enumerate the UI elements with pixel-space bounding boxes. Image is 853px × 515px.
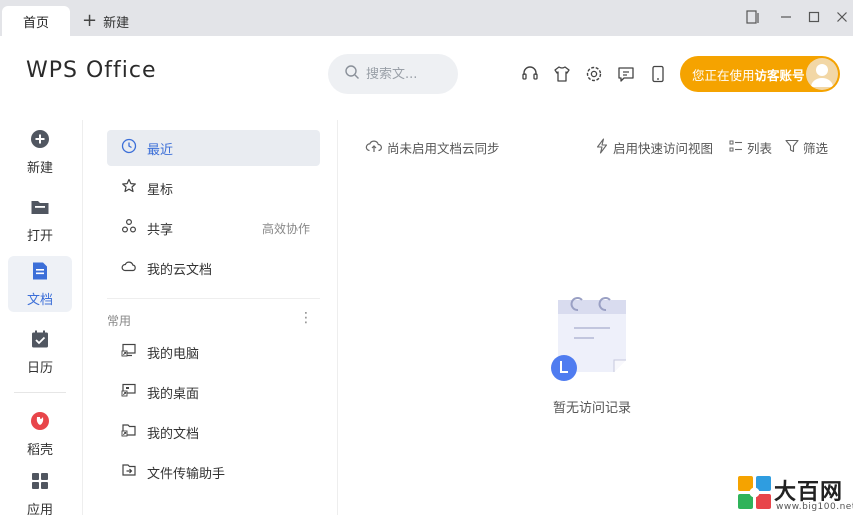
section-label-common: 常用: [107, 314, 132, 328]
cloud-sync-icon: [365, 138, 383, 157]
cloud-sync-button[interactable]: 尚未启用文档云同步: [365, 137, 500, 157]
filter-icon: [785, 139, 799, 156]
account-prefix: 您正在使用: [692, 67, 755, 83]
title-bar: 首页 + 新建: [0, 0, 853, 36]
empty-state-text: 暂无访问记录: [546, 395, 638, 417]
quick-access-label: 启用快速访问视图: [613, 140, 714, 156]
nav-item-label: 星标: [147, 182, 174, 198]
rail-apps[interactable]: 应用: [8, 466, 72, 515]
collaboration-link[interactable]: 高效协作: [262, 220, 310, 237]
rail-open-label: 打开: [26, 228, 53, 244]
wps-logo: WPS Office: [26, 58, 157, 83]
rail-documents[interactable]: 文档: [8, 256, 72, 312]
message-icon[interactable]: [615, 63, 637, 85]
desktop-shortcut-icon: [121, 382, 137, 402]
empty-state-illustration: [548, 288, 632, 384]
watermark-logo: 大百网 www.big100.net: [736, 472, 853, 515]
nav-item-starred[interactable]: 星标: [107, 170, 320, 206]
nav-item-my-computer[interactable]: 我的电脑: [107, 334, 320, 370]
document-icon: [30, 261, 50, 285]
nav-item-cloud-docs[interactable]: 我的云文档: [107, 250, 320, 286]
column-border: [337, 120, 338, 515]
rail-open[interactable]: 打开: [8, 192, 72, 248]
apps-grid-icon: [30, 471, 50, 495]
nav-item-label: 我的文档: [147, 426, 200, 442]
nav-item-label: 文件传输助手: [147, 466, 226, 482]
minimize-icon[interactable]: [775, 6, 797, 28]
nav-item-label: 共享: [147, 222, 174, 238]
quick-access-button[interactable]: 启用快速访问视图: [595, 137, 713, 157]
search-input[interactable]: [366, 66, 446, 82]
documents-shortcut-icon: [121, 422, 137, 442]
filter-label: 筛选: [803, 140, 829, 156]
rail-new[interactable]: 新建: [8, 124, 72, 180]
cloud-sync-label: 尚未启用文档云同步: [387, 140, 500, 156]
search-icon: [344, 64, 360, 84]
docer-icon: [30, 411, 50, 435]
nav-item-label: 我的云文档: [147, 262, 213, 278]
settings-gear-icon[interactable]: [583, 63, 605, 85]
wps-office-window: 首页 + 新建 WPS Office 搜索文... 您正在使用 访客账号 新建 …: [0, 0, 853, 515]
rail-calendar-label: 日历: [26, 360, 53, 376]
filter-button[interactable]: 筛选: [785, 137, 828, 157]
lightning-icon: [595, 137, 609, 157]
star-icon: [121, 178, 137, 198]
headset-icon[interactable]: [519, 63, 541, 85]
rail-apps-label: 应用: [26, 502, 53, 515]
nav-item-label: 我的电脑: [147, 346, 200, 362]
folder-icon: [30, 197, 50, 221]
new-tab-button[interactable]: + 新建: [82, 6, 129, 36]
list-view-label: 列表: [747, 140, 773, 156]
plus-icon: +: [82, 10, 98, 31]
rail-docer[interactable]: 稻壳: [8, 406, 72, 462]
nav-divider: [107, 298, 320, 299]
rail-divider: [14, 392, 66, 393]
tab-home[interactable]: 首页: [2, 6, 70, 36]
plus-circle-icon: [30, 129, 50, 153]
watermark-url: www.big100.net: [776, 502, 853, 512]
rail-new-label: 新建: [26, 160, 53, 176]
nav-item-my-documents[interactable]: 我的文档: [107, 414, 320, 450]
transfer-icon: [121, 462, 137, 482]
nav-item-file-transfer[interactable]: 文件传输助手: [107, 454, 320, 490]
nav-item-recent[interactable]: 最近: [107, 130, 320, 166]
rail-documents-label: 文档: [26, 292, 53, 308]
maximize-icon[interactable]: [803, 6, 825, 28]
cloud-icon: [121, 258, 137, 278]
avatar[interactable]: [806, 58, 838, 90]
computer-shortcut-icon: [121, 342, 137, 362]
rail-calendar[interactable]: 日历: [8, 324, 72, 380]
close-icon[interactable]: [831, 6, 853, 28]
new-tab-label: 新建: [103, 15, 130, 31]
calendar-icon: [30, 329, 50, 353]
skin-tshirt-icon[interactable]: [551, 63, 573, 85]
nav-item-shared[interactable]: 共享 高效协作: [107, 210, 320, 246]
nav-item-my-desktop[interactable]: 我的桌面: [107, 374, 320, 410]
rail-docer-label: 稻壳: [26, 442, 53, 458]
more-options-icon[interactable]: ⋮: [299, 310, 313, 326]
clock-icon: [121, 138, 137, 158]
list-view-button[interactable]: 列表: [729, 137, 772, 157]
account-button[interactable]: 您正在使用 访客账号: [680, 56, 840, 92]
rail-border: [82, 120, 83, 515]
layout-toggle-icon[interactable]: [742, 6, 764, 28]
mobile-icon[interactable]: [647, 63, 669, 85]
search-box[interactable]: [328, 54, 458, 94]
list-icon: [729, 139, 743, 156]
account-name: 访客账号: [754, 67, 805, 83]
share-icon: [121, 218, 137, 238]
nav-item-label: 我的桌面: [147, 386, 200, 402]
nav-item-label: 最近: [147, 142, 174, 158]
